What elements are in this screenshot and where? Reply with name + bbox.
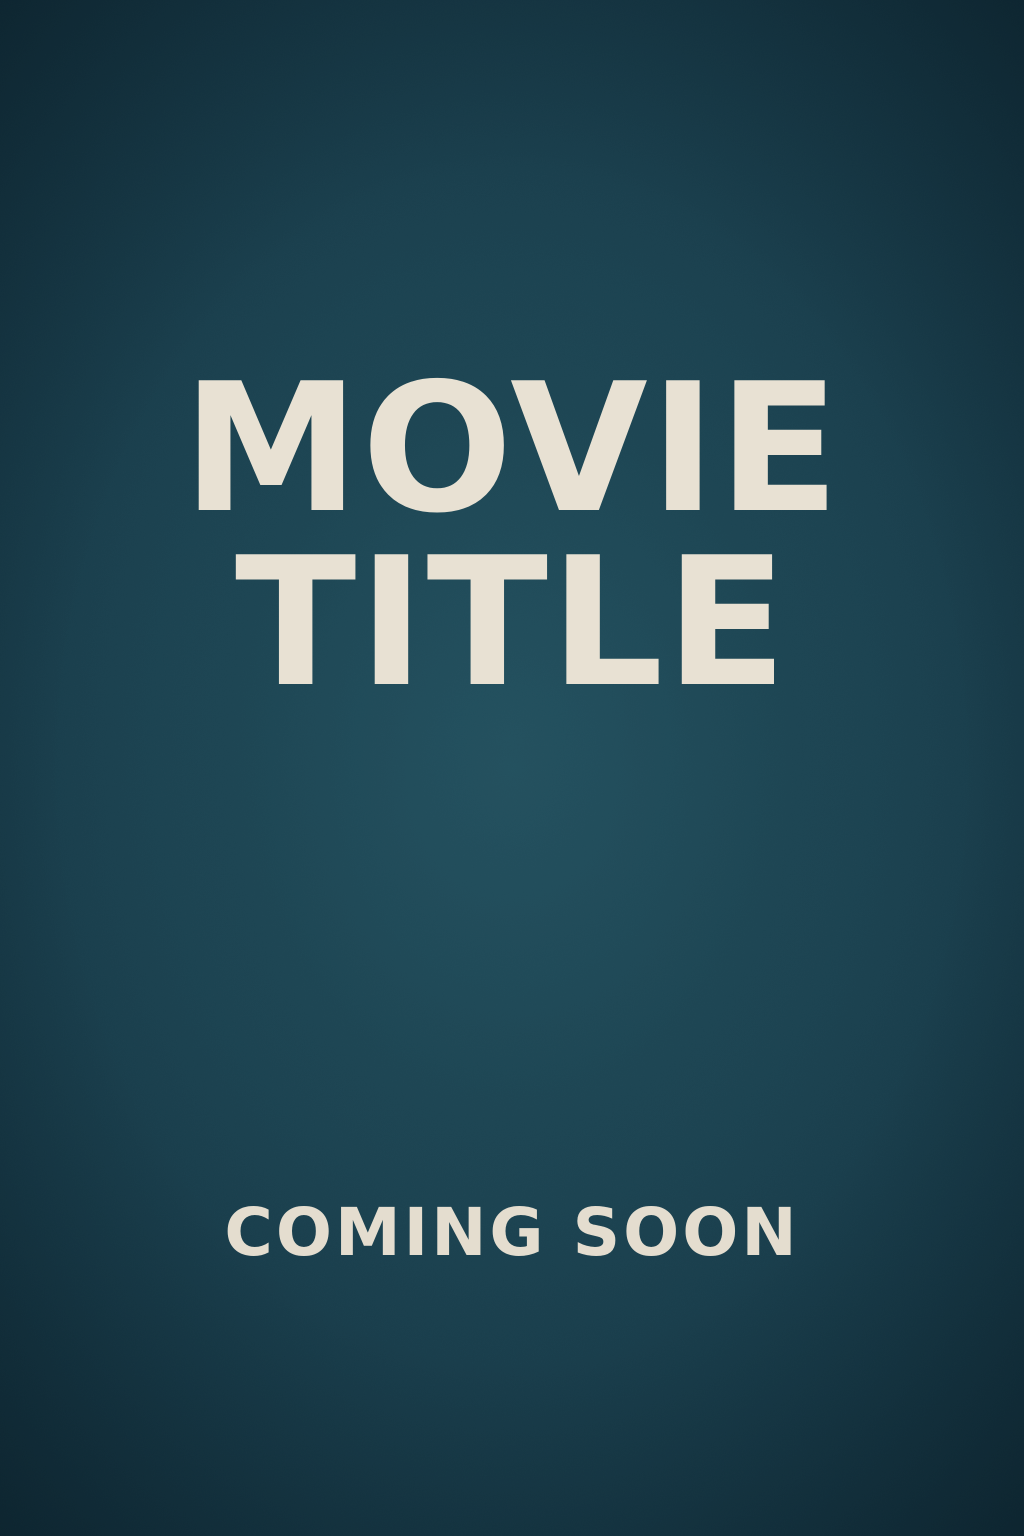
movie-title-line-2: TITLE [234, 519, 790, 726]
paper-texture [0, 0, 1024, 1536]
movie-poster: MOVIE TITLE COMING SOON [0, 0, 1024, 1536]
vignette-overlay [0, 0, 1024, 1536]
movie-title-line-1: MOVIE [182, 345, 842, 552]
coming-soon-tagline: COMING SOON [224, 1194, 800, 1271]
